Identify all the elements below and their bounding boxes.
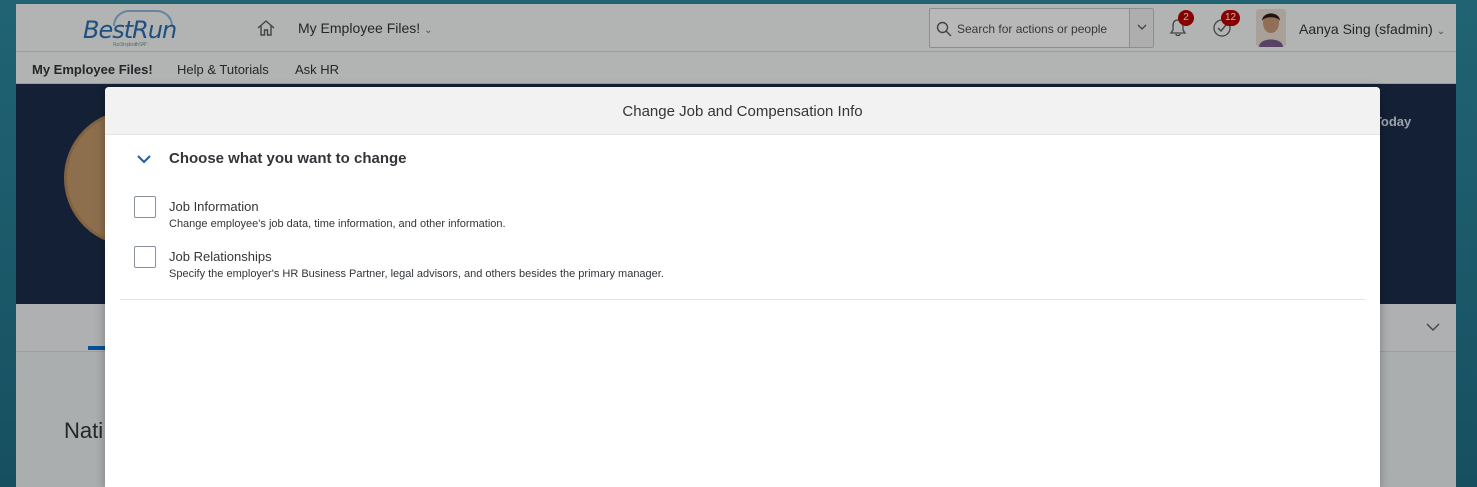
dialog-header: Change Job and Compensation Info [105,87,1380,135]
option-label: Job Relationships [169,249,272,264]
dialog-title: Change Job and Compensation Info [622,103,863,120]
chevron-down-icon[interactable] [135,150,153,168]
option-label: Job Information [169,199,259,214]
section-title[interactable]: Choose what you want to change [169,150,407,167]
change-job-dialog: Change Job and Compensation Info Choose … [105,87,1380,487]
job-information-checkbox[interactable] [134,196,156,218]
option-description: Change employee's job data, time informa… [169,218,506,230]
job-relationships-checkbox[interactable] [134,246,156,268]
divider [120,299,1365,300]
option-description: Specify the employer's HR Business Partn… [169,268,664,280]
option-job-information[interactable]: Job Information Change employee's job da… [134,196,1134,236]
option-job-relationships[interactable]: Job Relationships Specify the employer's… [134,246,1134,286]
